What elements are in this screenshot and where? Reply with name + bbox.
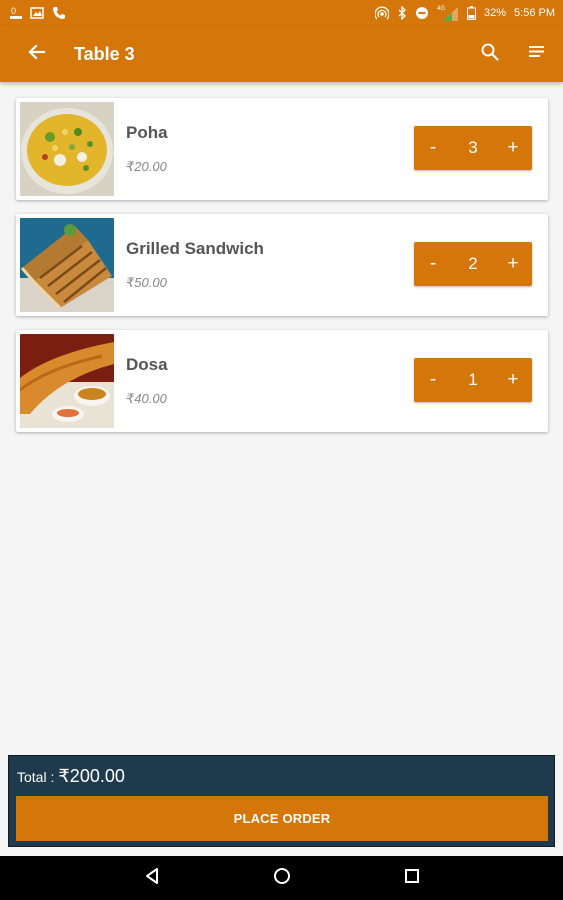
nav-back-icon	[144, 867, 160, 890]
status-left-icons: 0	[10, 5, 66, 21]
dosa-image	[20, 334, 114, 428]
item-info: Dosa ₹40.00	[126, 355, 168, 407]
back-arrow-icon	[28, 43, 46, 66]
battery-icon	[467, 6, 476, 20]
order-item-list: Poha ₹20.00 - 3 + Grilled Sandwich ₹50.0…	[16, 98, 548, 446]
signal-icon: 4G	[437, 4, 459, 22]
item-price: ₹40.00	[126, 391, 167, 406]
item-price: ₹20.00	[126, 159, 167, 174]
quantity-stepper: - 3 +	[414, 126, 532, 170]
quantity-value: 2	[468, 254, 478, 273]
poha-image	[20, 102, 114, 196]
nav-recents-icon	[404, 868, 420, 889]
decrease-quantity-button[interactable]: -	[414, 358, 452, 402]
network-type-text: 4G	[437, 6, 445, 12]
data-usage-icon: 0	[10, 5, 22, 21]
total-label: Total :	[17, 769, 55, 785]
place-order-button[interactable]: PLACE ORDER	[16, 796, 548, 841]
order-summary-footer: Total : ₹200.00 PLACE ORDER	[8, 755, 555, 847]
nav-home-button[interactable]	[267, 863, 297, 893]
sort-button[interactable]	[523, 41, 549, 67]
clock-time: 5:56 PM	[514, 7, 555, 19]
list-item: Poha ₹20.00 - 3 +	[16, 98, 548, 200]
total-amount: ₹200.00	[58, 766, 125, 786]
list-item: Dosa ₹40.00 - 1 +	[16, 330, 548, 432]
search-button[interactable]	[477, 41, 503, 67]
status-bar: 0 4G 32% 5:56 PM	[0, 0, 563, 26]
nav-home-icon	[273, 867, 291, 890]
item-name: Poha	[126, 123, 168, 142]
svg-text:0: 0	[11, 6, 16, 16]
increase-quantity-button[interactable]: +	[494, 358, 532, 402]
grilled-sandwich-image	[20, 218, 114, 312]
item-price: ₹50.00	[126, 275, 167, 290]
item-name: Dosa	[126, 355, 168, 374]
search-icon	[481, 43, 499, 66]
system-navigation-bar	[0, 856, 563, 900]
total-row: Total : ₹200.00	[17, 766, 125, 787]
quantity-stepper: - 2 +	[414, 242, 532, 286]
increase-quantity-button[interactable]: +	[494, 126, 532, 170]
back-button[interactable]	[22, 39, 52, 69]
battery-percent: 32%	[484, 7, 507, 19]
status-right-icons: 4G 32% 5:56 PM	[375, 4, 555, 22]
increase-quantity-button[interactable]: +	[494, 242, 532, 286]
page-title: Table 3	[74, 43, 135, 64]
nav-back-button[interactable]	[137, 863, 167, 893]
app-bar-actions	[477, 41, 549, 67]
decrease-quantity-button[interactable]: -	[414, 242, 452, 286]
hotspot-icon	[375, 6, 389, 20]
quantity-value: 1	[468, 370, 478, 389]
app-bar: Table 3	[0, 26, 563, 82]
list-item: Grilled Sandwich ₹50.00 - 2 +	[16, 214, 548, 316]
do-not-disturb-icon	[415, 6, 429, 20]
item-name: Grilled Sandwich	[126, 239, 264, 258]
nav-recents-button[interactable]	[397, 863, 427, 893]
bluetooth-icon	[397, 6, 407, 20]
sort-icon	[527, 45, 545, 64]
decrease-quantity-button[interactable]: -	[414, 126, 452, 170]
call-icon	[52, 6, 66, 20]
gallery-icon	[30, 6, 44, 20]
quantity-stepper: - 1 +	[414, 358, 532, 402]
item-info: Poha ₹20.00	[126, 123, 168, 175]
item-info: Grilled Sandwich ₹50.00	[126, 239, 264, 291]
quantity-value: 3	[468, 138, 478, 157]
